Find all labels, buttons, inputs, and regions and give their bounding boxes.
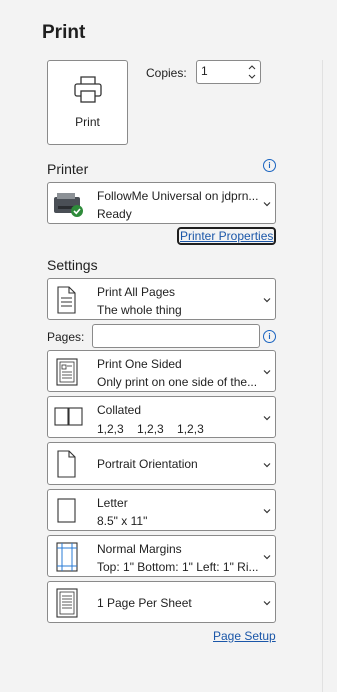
pages-per-sheet-dropdown[interactable]: 1 Page Per Sheet <box>47 581 276 623</box>
chevron-down-icon <box>263 298 271 303</box>
panel-divider <box>322 60 323 692</box>
page-setup-link[interactable]: Page Setup <box>213 629 276 643</box>
copies-label: Copies: <box>146 66 187 80</box>
spin-up-icon[interactable] <box>247 63 257 72</box>
printer-name: FollowMe Universal on jdprn... <box>97 189 259 203</box>
chevron-down-icon <box>263 555 271 560</box>
chevron-down-icon <box>263 601 271 606</box>
printer-dropdown[interactable]: FollowMe Universal on jdprn... Ready <box>47 182 276 224</box>
paper-size-title: Letter <box>97 496 128 510</box>
print-range-desc: The whole thing <box>97 303 182 317</box>
printer-device-icon <box>54 193 83 217</box>
pages-field[interactable] <box>92 324 260 348</box>
collation-desc: 1,2,3 1,2,3 1,2,3 <box>97 422 204 436</box>
copies-stepper[interactable] <box>196 60 261 84</box>
chevron-down-icon <box>263 463 271 468</box>
collation-dropdown[interactable]: Collated 1,2,3 1,2,3 1,2,3 <box>47 396 276 438</box>
print-button[interactable]: Print <box>47 60 128 145</box>
printer-status: Ready <box>97 207 132 221</box>
pages-input[interactable] <box>97 329 252 343</box>
printer-icon <box>74 76 102 103</box>
margins-desc: Top: 1" Bottom: 1" Left: 1" Ri... <box>97 560 259 574</box>
chevron-down-icon <box>263 509 271 514</box>
print-button-label: Print <box>75 115 100 129</box>
copies-input[interactable] <box>201 64 241 78</box>
printer-section-label: Printer <box>47 161 89 177</box>
portrait-icon <box>57 450 76 478</box>
one-sided-icon <box>56 358 78 386</box>
pages-per-sheet-icon <box>56 588 78 618</box>
document-icon <box>57 286 76 314</box>
collated-icon <box>54 407 83 426</box>
print-range-dropdown[interactable]: Print All Pages The whole thing <box>47 278 276 320</box>
settings-section-label: Settings <box>47 257 98 273</box>
chevron-down-icon <box>263 416 271 421</box>
sides-dropdown[interactable]: Print One Sided Only print on one side o… <box>47 350 276 392</box>
paper-size-dropdown[interactable]: Letter 8.5" x 11" <box>47 489 276 531</box>
printer-info-icon[interactable]: i <box>263 159 276 172</box>
pages-label: Pages: <box>47 330 85 344</box>
sides-title: Print One Sided <box>97 357 182 371</box>
page-title: Print <box>42 22 86 43</box>
printer-properties-link[interactable]: Printer Properties <box>176 227 277 245</box>
sides-desc: Only print on one side of the... <box>97 375 258 389</box>
margins-icon <box>56 542 78 572</box>
orientation-title: Portrait Orientation <box>97 457 198 471</box>
print-range-title: Print All Pages <box>97 285 176 299</box>
collation-title: Collated <box>97 403 142 417</box>
paper-size-desc: 8.5" x 11" <box>97 514 148 528</box>
spin-down-icon[interactable] <box>247 72 257 81</box>
pages-per-sheet-title: 1 Page Per Sheet <box>97 596 192 610</box>
chevron-down-icon <box>263 370 271 375</box>
margins-title: Normal Margins <box>97 542 182 556</box>
pages-info-icon[interactable]: i <box>263 330 276 343</box>
margins-dropdown[interactable]: Normal Margins Top: 1" Bottom: 1" Left: … <box>47 535 276 577</box>
chevron-down-icon <box>263 202 271 207</box>
paper-size-icon <box>57 498 76 523</box>
orientation-dropdown[interactable]: Portrait Orientation <box>47 442 276 485</box>
